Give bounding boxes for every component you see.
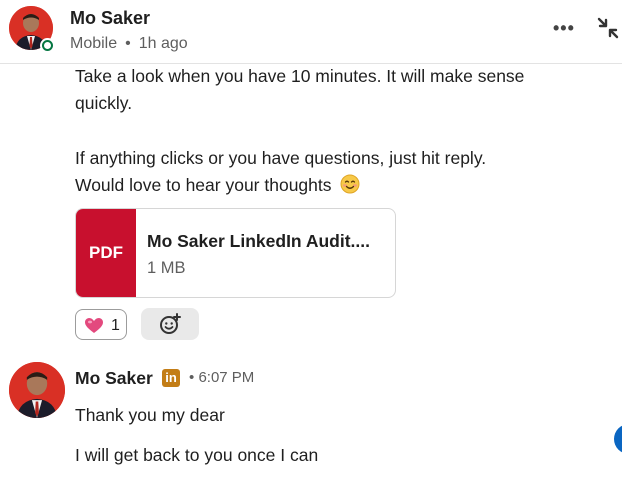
file-attachment[interactable]: PDF Mo Saker LinkedIn Audit.... 1 MB: [75, 208, 396, 298]
message-line: I will get back to you once I can: [75, 445, 319, 465]
message-line: quickly.: [75, 93, 133, 113]
message-line-with-emoji: Would love to hear your thoughts: [75, 172, 595, 202]
attachment-file-size: 1 MB: [147, 259, 186, 277]
conversation-header: Mo Saker Mobile • 1h ago •••: [0, 0, 622, 64]
sender-avatar[interactable]: [9, 362, 65, 418]
status-separator: •: [125, 35, 131, 52]
heart-icon: [84, 317, 104, 339]
message-line: If anything clicks or you have questions…: [75, 148, 487, 168]
conversation-title[interactable]: Mo Saker: [70, 8, 150, 29]
message-line: Thank you my dear: [75, 405, 225, 425]
heart-reaction-button[interactable]: 1: [75, 309, 127, 340]
attachment-file-name: Mo Saker LinkedIn Audit....: [147, 231, 370, 251]
minimize-icon[interactable]: [596, 16, 620, 40]
reaction-count: 1: [111, 317, 120, 334]
timestamp-value: 6:07 PM: [198, 369, 255, 386]
sender-name[interactable]: Mo Saker: [75, 368, 153, 389]
more-options-button[interactable]: •••: [553, 18, 577, 38]
smiling-face-icon: [340, 174, 360, 202]
online-status-icon: [40, 38, 55, 53]
message-line: Take a look when you have 10 minutes. It…: [75, 66, 525, 86]
add-emoji-icon: [160, 313, 181, 334]
presence-status: Mobile • 1h ago: [70, 35, 188, 53]
message-timestamp: • 6:07 PM: [189, 369, 254, 386]
profile-photo-icon: [9, 362, 65, 418]
scroll-to-bottom-button[interactable]: [614, 424, 622, 454]
add-reaction-button[interactable]: [141, 308, 199, 340]
message-line: Would love to hear your thoughts: [75, 175, 332, 195]
device-status: Mobile: [70, 35, 118, 52]
pdf-file-icon: PDF: [76, 209, 136, 297]
linkedin-premium-icon: in: [162, 369, 180, 387]
last-active-time: 1h ago: [138, 35, 188, 52]
timestamp-separator: •: [189, 369, 195, 386]
